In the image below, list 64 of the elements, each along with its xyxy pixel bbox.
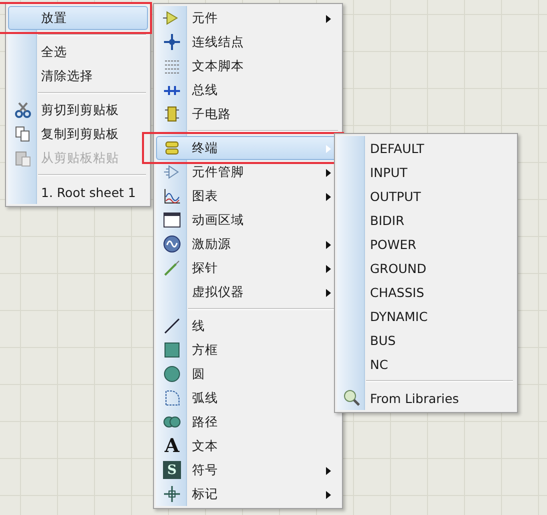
menu-item[interactable]: NC [337, 352, 515, 376]
submenu-arrow-icon [326, 467, 331, 475]
menu-item[interactable]: 路径 [156, 410, 340, 434]
menu-item[interactable]: INPUT [337, 160, 515, 184]
submenu-arrow-icon [326, 265, 331, 273]
menu-item[interactable]: DYNAMIC [337, 304, 515, 328]
graph-icon [163, 187, 181, 205]
text-tool-icon: A [163, 437, 181, 455]
menu-item[interactable]: 1. Root sheet 1 [8, 180, 148, 204]
submenu-arrow-icon [326, 241, 331, 249]
menu-item[interactable]: 清除选择 [8, 64, 148, 88]
menu-item[interactable]: 总线 [156, 78, 340, 102]
menu-item[interactable]: 弧线 [156, 386, 340, 410]
subcircuit-icon [163, 105, 181, 123]
circle-icon [163, 365, 181, 383]
menu-item[interactable]: 图表 [156, 184, 340, 208]
paste-icon [14, 149, 32, 167]
menu-item[interactable]: S 符号 [156, 458, 340, 482]
menu-item[interactable]: 复制到剪贴板 [8, 122, 148, 146]
marker-icon [163, 485, 181, 503]
menu-item[interactable]: 虚拟仪器 [156, 280, 340, 304]
menu-item[interactable]: OUTPUT [337, 184, 515, 208]
box-icon [163, 341, 181, 359]
submenu-arrow-icon [326, 169, 331, 177]
probe-icon [163, 259, 181, 277]
menu-item[interactable]: 动画区域 [156, 208, 340, 232]
menu-item[interactable]: BIDIR [337, 208, 515, 232]
scissors-icon [14, 101, 32, 119]
menu-item[interactable]: 连线结点 [156, 30, 340, 54]
line-icon [163, 317, 181, 335]
arc-icon [163, 389, 181, 407]
menu-item[interactable]: BUS [337, 328, 515, 352]
menu-item[interactable]: GROUND [337, 256, 515, 280]
menu-item[interactable]: 圆 [156, 362, 340, 386]
pin-icon [163, 163, 181, 181]
menu-item[interactable]: 剪切到剪贴板 [8, 98, 148, 122]
menu-item[interactable]: 子电路 [156, 102, 340, 126]
submenu-arrow-icon [326, 491, 331, 499]
library-search-icon [342, 389, 360, 407]
menu-item[interactable]: CHASSIS [337, 280, 515, 304]
window-icon [163, 211, 181, 229]
menu-item[interactable]: POWER [337, 232, 515, 256]
menu-item[interactable]: 全选 [8, 40, 148, 64]
menu-item[interactable]: 激励源 [156, 232, 340, 256]
menu-item[interactable]: 探针 [156, 256, 340, 280]
menu-item[interactable]: 放置 [8, 6, 148, 30]
menu-item[interactable]: 文本脚本 [156, 54, 340, 78]
generator-icon [163, 235, 181, 253]
menu-item[interactable]: 元件管脚 [156, 160, 340, 184]
menu-item[interactable]: 线 [156, 314, 340, 338]
junction-icon [163, 33, 181, 51]
menu-item[interactable]: DEFAULT [337, 136, 515, 160]
terminal-icon [163, 139, 181, 157]
submenu-arrow-icon [326, 193, 331, 201]
submenu-arrow-icon [326, 15, 331, 23]
copy-icon [14, 125, 32, 143]
submenu-arrow-icon [326, 289, 331, 297]
menu-item[interactable]: A 文本 [156, 434, 340, 458]
symbol-icon: S [163, 461, 181, 479]
menu-item[interactable]: 方框 [156, 338, 340, 362]
menu-item[interactable]: 标记 [156, 482, 340, 506]
submenu-arrow-icon [326, 145, 331, 153]
menu-item[interactable]: From Libraries [337, 386, 515, 410]
menu-item[interactable]: 元件 [156, 6, 340, 30]
